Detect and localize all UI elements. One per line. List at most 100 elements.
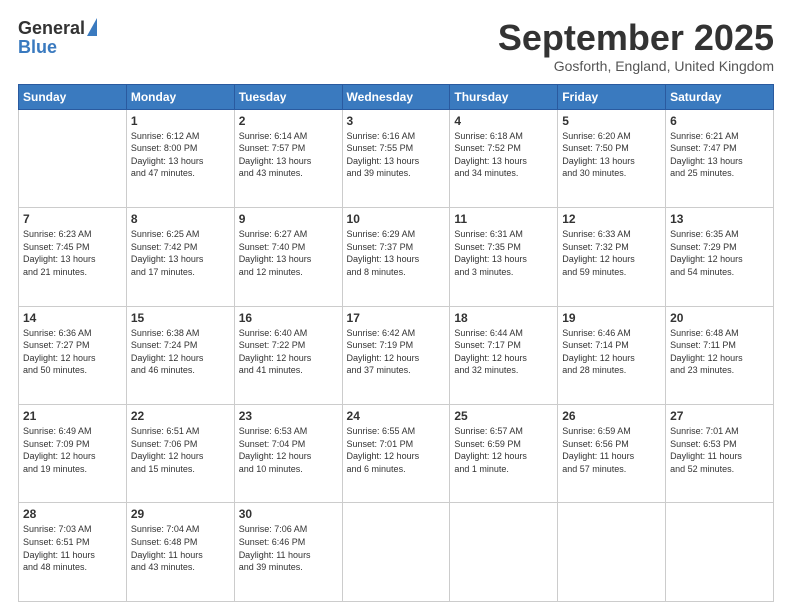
day-number: 21 (23, 409, 122, 423)
table-row: 17Sunrise: 6:42 AMSunset: 7:19 PMDayligh… (342, 306, 450, 404)
day-info-line: Sunrise: 6:35 AM (670, 229, 739, 239)
day-info-line: Sunrise: 6:40 AM (239, 328, 308, 338)
table-row: 30Sunrise: 7:06 AMSunset: 6:46 PMDayligh… (234, 503, 342, 602)
day-number: 22 (131, 409, 230, 423)
day-info: Sunrise: 7:04 AMSunset: 6:48 PMDaylight:… (131, 523, 230, 573)
table-row: 1Sunrise: 6:12 AMSunset: 8:00 PMDaylight… (126, 109, 234, 207)
day-number: 8 (131, 212, 230, 226)
table-row: 2Sunrise: 6:14 AMSunset: 7:57 PMDaylight… (234, 109, 342, 207)
day-info-line: and 17 minutes. (131, 267, 195, 277)
day-number: 29 (131, 507, 230, 521)
day-info-line: Daylight: 12 hours (239, 451, 312, 461)
day-info: Sunrise: 6:36 AM Sunset: 7:27 PM Daylight:… (23, 327, 122, 377)
col-friday: Friday (558, 84, 666, 109)
day-info-line: Sunset: 7:45 PM (23, 242, 90, 252)
header: General Blue September 2025 Gosforth, En… (18, 18, 774, 74)
day-info: Sunrise: 6:42 AMSunset: 7:19 PMDaylight:… (347, 327, 446, 377)
day-info-line: Daylight: 13 hours (131, 156, 204, 166)
day-info-line: Sunset: 7:11 PM (670, 340, 736, 350)
day-info: Sunrise: 6:20 AM Sunset: 7:50 PM Daylight:… (562, 130, 661, 180)
day-info-line: and 34 minutes. (454, 168, 518, 178)
day-info-line: Sunset: 7:40 PM (239, 242, 306, 252)
day-info-line: and 43 minutes. (239, 168, 303, 178)
table-row: 19Sunrise: 6:46 AMSunset: 7:14 PMDayligh… (558, 306, 666, 404)
day-info-line: Sunset: 7:17 PM (454, 340, 521, 350)
day-info-line: Daylight: 12 hours (131, 451, 204, 461)
day-info-line: Daylight: 11 hours (23, 550, 95, 560)
day-info-line: Daylight: 13 hours (347, 254, 420, 264)
day-info-line: Sunrise: 6:42 AM (347, 328, 416, 338)
day-info: Sunrise: 7:03 AMSunset: 6:51 PMDaylight:… (23, 523, 122, 573)
day-number: 23 (239, 409, 338, 423)
logo: General Blue (18, 18, 97, 58)
day-info-line: Sunset: 7:01 PM (347, 439, 414, 449)
day-info-line: Sunrise: 6:44 AM (454, 328, 523, 338)
day-info-line: Daylight: 12 hours (670, 353, 743, 363)
table-row: 14Sunrise: 6:36 AMSunset: 7:27 PMDayligh… (19, 306, 127, 404)
table-row: 6Sunrise: 6:21 AMSunset: 7:47 PMDaylight… (666, 109, 774, 207)
table-row: 29 Sunrise: 7:04 AMSunset: 6:48 PMDayligh… (126, 503, 234, 602)
day-info-line: Sunrise: 6:55 AM (347, 426, 416, 436)
day-number: 5 (562, 114, 661, 128)
day-info-line: and 28 minutes. (562, 365, 626, 375)
day-info-line: and 25 minutes. (670, 168, 734, 178)
title-block: September 2025 Gosforth, England, United… (498, 18, 774, 74)
day-info-line: Sunset: 7:29 PM (670, 242, 737, 252)
day-info: Sunrise: 6:40 AM Sunset: 7:22 PM Daylight:… (239, 327, 338, 377)
table-row: 16Sunrise: 6:40 AMSunset: 7:22 PMDayligh… (234, 306, 342, 404)
day-info-line: Daylight: 12 hours (670, 254, 743, 264)
table-row: 8Sunrise: 6:25 AMSunset: 7:42 PMDaylight… (126, 208, 234, 306)
table-row: 26Sunrise: 6:59 AMSunset: 6:56 PMDayligh… (558, 405, 666, 503)
day-number: 7 (23, 212, 122, 226)
day-info-line: Sunrise: 6:20 AM (562, 131, 631, 141)
day-info-line: Sunset: 6:48 PM (131, 537, 198, 547)
table-row: 4Sunrise: 6:18 AMSunset: 7:52 PMDaylight… (450, 109, 558, 207)
day-info-line: Sunset: 6:46 PM (239, 537, 306, 547)
day-info-line: and 21 minutes. (23, 267, 87, 277)
day-number: 18 (454, 311, 553, 325)
day-info-line: Sunrise: 7:03 AM (23, 524, 92, 534)
table-row: 25Sunrise: 6:57 AMSunset: 6:59 PMDayligh… (450, 405, 558, 503)
day-info-line: Sunset: 7:42 PM (131, 242, 198, 252)
day-info: Sunrise: 6:16 AMSunset: 7:55 PMDaylight:… (347, 130, 446, 180)
col-saturday: Saturday (666, 84, 774, 109)
day-info-line: and 41 minutes. (239, 365, 303, 375)
day-info-line: Daylight: 12 hours (23, 353, 96, 363)
calendar-week-row: 28Sunrise: 7:03 AMSunset: 6:51 PMDayligh… (19, 503, 774, 602)
day-info-line: Daylight: 13 hours (562, 156, 635, 166)
day-info-line: Sunset: 7:32 PM (562, 242, 629, 252)
col-monday: Monday (126, 84, 234, 109)
day-info-line: and 57 minutes. (562, 464, 626, 474)
day-info-line: Sunset: 7:04 PM (239, 439, 306, 449)
day-info-line: Sunset: 7:27 PM (23, 340, 90, 350)
day-info-line: Sunrise: 6:36 AM (23, 328, 92, 338)
day-info-line: Sunset: 7:35 PM (454, 242, 521, 252)
day-info-line: Sunrise: 6:38 AM (131, 328, 200, 338)
day-number: 30 (239, 507, 338, 521)
day-number: 12 (562, 212, 661, 226)
day-info-line: Daylight: 12 hours (239, 353, 312, 363)
day-number: 19 (562, 311, 661, 325)
day-info-line: and 1 minute. (454, 464, 509, 474)
day-number: 27 (670, 409, 769, 423)
day-info-line: and 39 minutes. (239, 562, 303, 572)
day-number: 26 (562, 409, 661, 423)
day-info-line: Sunset: 7:22 PM (239, 340, 306, 350)
day-info-line: Sunset: 7:57 PM (239, 143, 306, 153)
day-info-line: and 50 minutes. (23, 365, 87, 375)
day-info-line: Sunrise: 7:01 AM (670, 426, 739, 436)
day-info-line: Sunrise: 6:12 AM (131, 131, 200, 141)
table-row: 9Sunrise: 6:27 AMSunset: 7:40 PMDaylight… (234, 208, 342, 306)
day-info-line: and 12 minutes. (239, 267, 303, 277)
day-info-line: and 39 minutes. (347, 168, 411, 178)
day-info-line: Daylight: 11 hours (562, 451, 634, 461)
day-info-line: Sunrise: 6:57 AM (454, 426, 523, 436)
month-title: September 2025 (498, 18, 774, 58)
day-info: Sunrise: 6:57 AMSunset: 6:59 PMDaylight:… (454, 425, 553, 475)
page: General Blue September 2025 Gosforth, En… (0, 0, 792, 612)
day-info-line: Sunset: 7:50 PM (562, 143, 629, 153)
day-info-line: Sunrise: 6:49 AM (23, 426, 92, 436)
day-number: 2 (239, 114, 338, 128)
col-sunday: Sunday (19, 84, 127, 109)
day-info-line: and 47 minutes. (131, 168, 195, 178)
